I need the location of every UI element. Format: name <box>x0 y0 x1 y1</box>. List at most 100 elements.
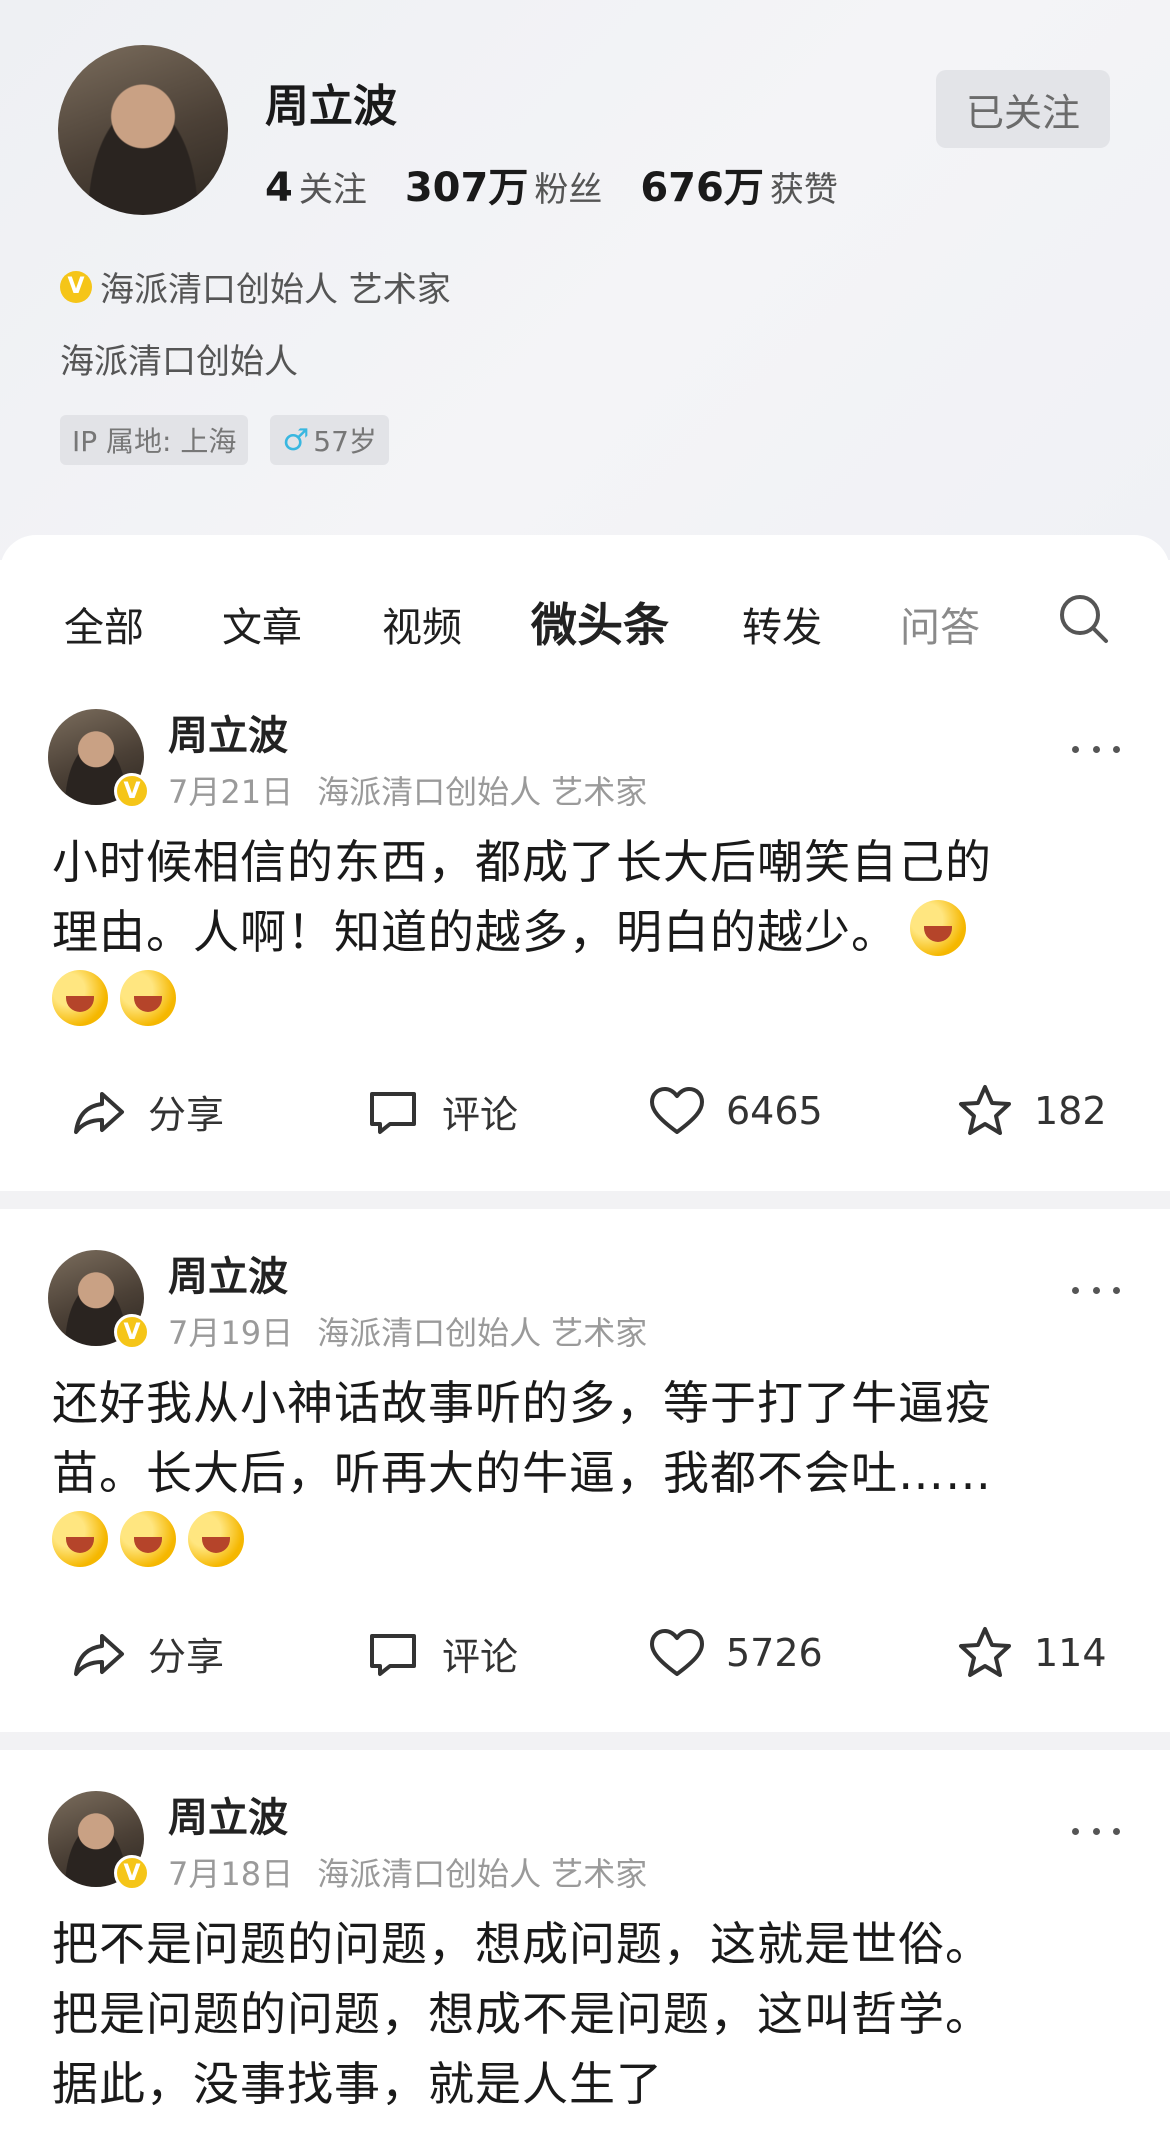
star-icon <box>959 1627 1011 1677</box>
post-line: 小时候相信的东西，都成了长大后嘲笑自己的 <box>52 835 992 889</box>
verified-icon: V <box>114 1855 150 1891</box>
favorite-button[interactable]: 114 <box>956 1618 1107 1688</box>
profile-page: 周立波 已关注 4 关注 307万 粉丝 676万 获赞 V 海派清口创始人 艺… <box>0 0 1170 2129</box>
male-icon: ♂ <box>282 422 310 458</box>
favorite-count: 182 <box>1034 1089 1107 1133</box>
stat-number: 676万 <box>640 165 764 211</box>
post-line-with-emoji: 理由。人啊！知道的越多，明白的越少。 <box>52 897 1122 967</box>
share-icon <box>74 1092 124 1134</box>
share-label: 分享 <box>148 1092 225 1137</box>
laugh-cry-emoji-icon <box>120 1511 176 1567</box>
stat-likes[interactable]: 676万 获赞 <box>640 155 838 213</box>
laugh-cry-emoji-icon <box>910 900 966 956</box>
comment-label: 评论 <box>442 1092 519 1137</box>
stat-followers[interactable]: 307万 粉丝 <box>405 155 603 213</box>
post-meta: 7月18日 海派清口创始人 艺术家 <box>168 1849 647 1895</box>
post-text[interactable]: 把不是问题的问题，想成问题，这就是世俗。 把是问题的问题，想成不是问题，这叫哲学… <box>52 1909 1122 2119</box>
post-line: 还好我从小神话故事听的多，等于打了牛逼疫 <box>52 1376 992 1430</box>
tab-qa[interactable]: 问答 <box>900 595 980 653</box>
avatar[interactable]: V <box>48 1250 150 1350</box>
avatar[interactable]: V <box>48 709 150 809</box>
tab-reposts[interactable]: 转发 <box>742 595 822 653</box>
certification-text: 海派清口创始人 艺术家 <box>100 270 451 310</box>
laugh-cry-emoji-icon <box>52 970 108 1026</box>
tab-articles[interactable]: 文章 <box>222 595 302 653</box>
heart-icon <box>650 1629 704 1676</box>
post-meta: 7月21日 海派清口创始人 艺术家 <box>168 767 647 813</box>
tab-all[interactable]: 全部 <box>64 595 144 653</box>
stat-label: 获赞 <box>769 170 838 210</box>
post-cert: 海派清口创始人 艺术家 <box>317 773 648 811</box>
post-author[interactable]: 周立波 <box>168 1785 288 1843</box>
star-icon <box>959 1085 1011 1135</box>
tab-videos[interactable]: 视频 <box>382 595 462 653</box>
content-panel: 全部 文章 视频 微头条 转发 问答 V 周立波 7月21日 海派清口创始人 艺术… <box>0 535 1170 2129</box>
age-text: 57岁 <box>313 425 377 458</box>
more-icon[interactable] <box>1072 1280 1120 1300</box>
share-label: 分享 <box>148 1634 225 1679</box>
like-count: 6465 <box>726 1089 823 1133</box>
profile-stats: 4 关注 307万 粉丝 676万 获赞 <box>265 155 876 213</box>
verified-icon: V <box>114 773 150 809</box>
favorite-count: 114 <box>1034 1631 1107 1675</box>
avatar[interactable] <box>58 45 228 215</box>
post-divider <box>0 1732 1170 1750</box>
post-author[interactable]: 周立波 <box>168 703 288 761</box>
post-text[interactable]: 还好我从小神话故事听的多，等于打了牛逼疫 苗。长大后，听再大的牛逼，我都不会吐…… <box>52 1368 1122 1578</box>
post-author[interactable]: 周立波 <box>168 1244 288 1302</box>
comment-icon <box>370 1634 416 1676</box>
post-card[interactable]: V 周立波 7月18日 海派清口创始人 艺术家 把不是问题的问题，想成问题，这就是… <box>0 1791 1170 2129</box>
followed-button[interactable]: 已关注 <box>936 70 1110 148</box>
post-text[interactable]: 小时候相信的东西，都成了长大后嘲笑自己的 理由。人啊！知道的越多，明白的越少。 <box>52 827 1122 1037</box>
post-card[interactable]: V 周立波 7月21日 海派清口创始人 艺术家 小时候相信的东西，都成了长大后嘲笑… <box>0 709 1170 1069</box>
post-date: 7月19日 <box>168 1314 294 1352</box>
post-line: 苗。长大后，听再大的牛逼，我都不会吐…… <box>52 1446 992 1500</box>
profile-header: 周立波 已关注 4 关注 307万 粉丝 676万 获赞 V 海派清口创始人 艺… <box>0 0 1170 560</box>
like-button[interactable]: 5726 <box>648 1618 823 1688</box>
comment-button[interactable]: 评论 <box>364 1618 518 1688</box>
like-button[interactable]: 6465 <box>648 1076 823 1146</box>
post-date: 7月18日 <box>168 1855 294 1893</box>
comment-label: 评论 <box>442 1634 519 1679</box>
verified-icon: V <box>60 270 92 303</box>
laugh-cry-emoji-icon <box>120 970 176 1026</box>
avatar[interactable]: V <box>48 1791 150 1891</box>
laugh-cry-emoji-icon <box>52 1511 108 1567</box>
favorite-button[interactable]: 182 <box>956 1076 1107 1146</box>
ip-location-tag: IP 属地: 上海 <box>60 415 249 465</box>
post-divider <box>0 1191 1170 1209</box>
post-card[interactable]: V 周立波 7月19日 海派清口创始人 艺术家 还好我从小神话故事听的多，等于打了… <box>0 1250 1170 1610</box>
verified-icon: V <box>114 1314 150 1350</box>
profile-bio: 海派清口创始人 <box>60 342 298 382</box>
post-line: 理由。人啊！知道的越多，明白的越少。 <box>52 905 898 959</box>
emoji-line <box>52 967 1122 1037</box>
stat-following[interactable]: 4 关注 <box>265 162 367 211</box>
post-actions: 分享 评论 6465 182 <box>0 1076 1170 1146</box>
share-icon <box>74 1634 124 1676</box>
post-line: 把是问题的问题，想成不是问题，这叫哲学。 <box>52 1987 992 2041</box>
post-cert: 海派清口创始人 艺术家 <box>317 1314 648 1352</box>
more-icon[interactable] <box>1072 1821 1120 1841</box>
comment-icon <box>370 1092 416 1134</box>
tab-micro-posts[interactable]: 微头条 <box>531 589 669 655</box>
more-icon[interactable] <box>1072 739 1120 759</box>
stat-number: 307万 <box>404 165 529 211</box>
share-button[interactable]: 分享 <box>70 1076 224 1146</box>
post-meta: 7月19日 海派清口创始人 艺术家 <box>168 1308 647 1354</box>
profile-tags: IP 属地: 上海 ♂ 57岁 <box>60 415 411 465</box>
post-actions: 分享 评论 5726 114 <box>0 1618 1170 1688</box>
profile-name: 周立波 <box>265 81 397 132</box>
stat-label: 关注 <box>298 170 367 210</box>
emoji-line <box>52 1508 1122 1578</box>
post-cert: 海派清口创始人 艺术家 <box>317 1855 648 1893</box>
post-line: 把不是问题的问题，想成问题，这就是世俗。 <box>52 1917 992 1971</box>
search-icon[interactable] <box>1056 591 1112 647</box>
comment-button[interactable]: 评论 <box>364 1076 518 1146</box>
certification: V 海派清口创始人 艺术家 <box>60 262 451 311</box>
age-tag: ♂ 57岁 <box>270 415 389 465</box>
laugh-cry-emoji-icon <box>188 1511 244 1567</box>
share-button[interactable]: 分享 <box>70 1618 224 1688</box>
stat-label: 粉丝 <box>534 170 603 210</box>
stat-number: 4 <box>265 165 293 211</box>
post-date: 7月21日 <box>168 773 294 811</box>
